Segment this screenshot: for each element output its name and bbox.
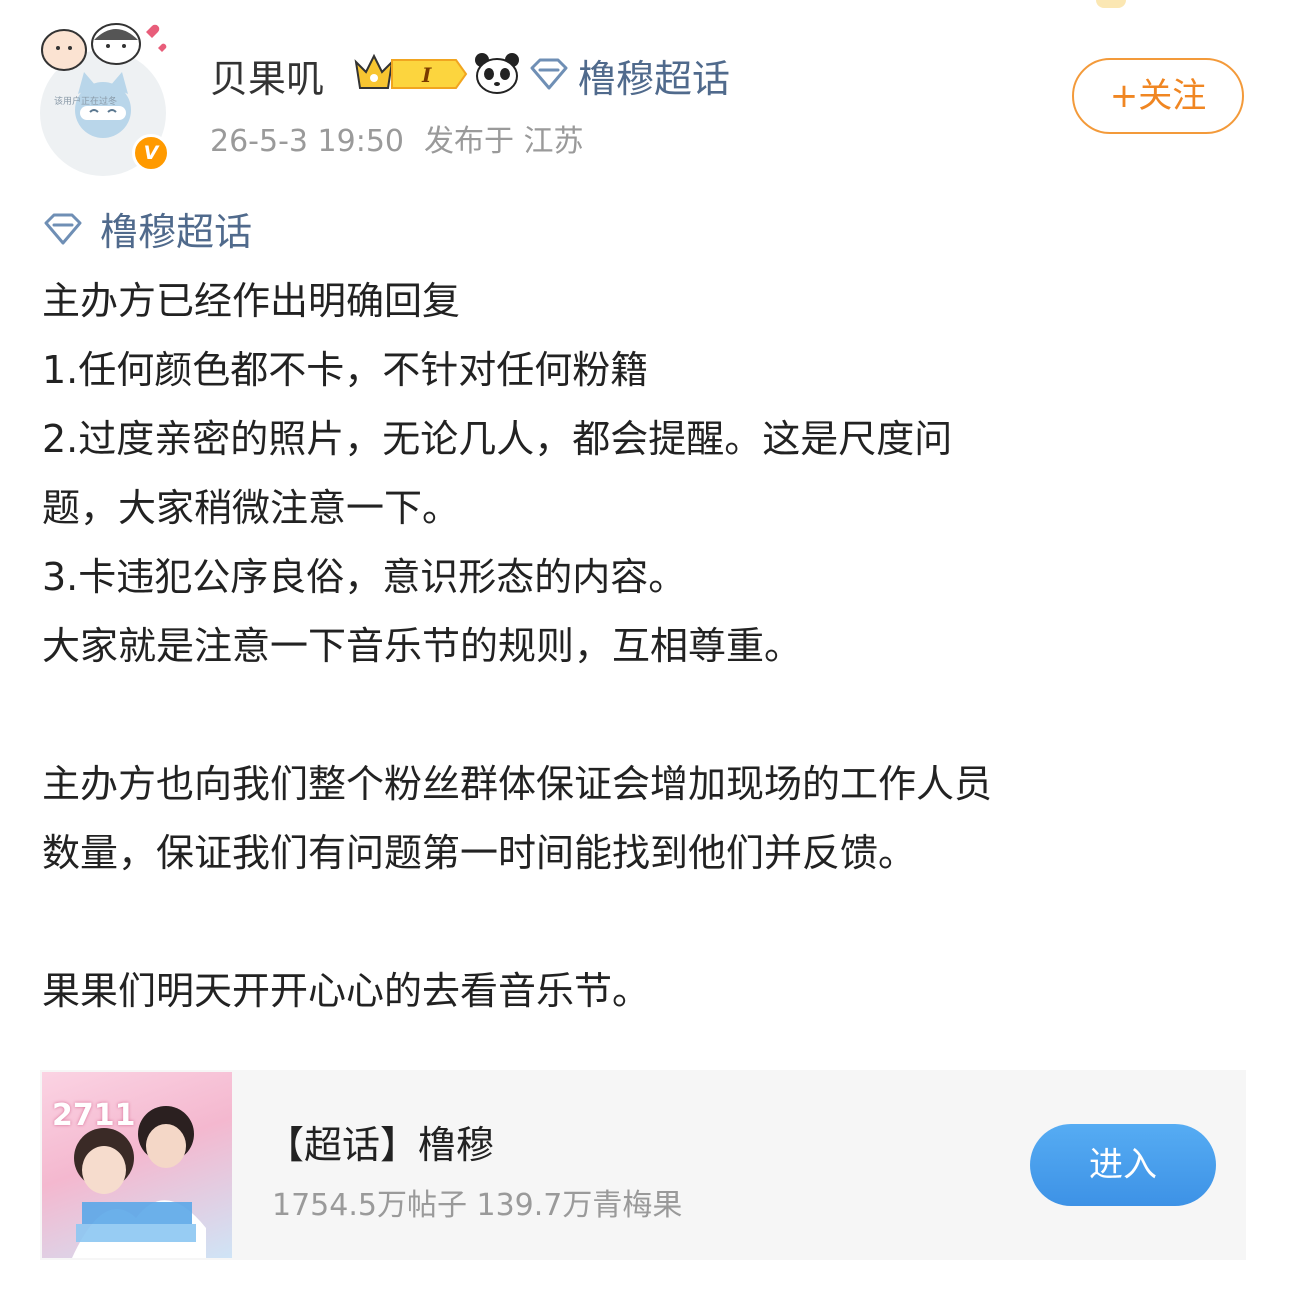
crown-level-icon: I bbox=[354, 53, 468, 89]
post-line: 大家就是注意一下音乐节的规则，互相尊重。 bbox=[42, 624, 803, 668]
verified-badge: V bbox=[132, 134, 170, 172]
topic-card-title: 【超话】橹穆 bbox=[266, 1123, 495, 1167]
panda-icon bbox=[475, 53, 519, 94]
topic-tag-label: 橹穆超话 bbox=[100, 210, 253, 254]
post-line: 主办方已经作出明确回复 bbox=[42, 279, 461, 323]
topic-tag-link[interactable]: 橹穆超话 bbox=[42, 198, 1252, 267]
post-line: 1.任何颜色都不卡，不针对任何粉籍 bbox=[42, 348, 649, 392]
follow-button[interactable]: +关注 bbox=[1072, 58, 1244, 134]
post-line: 3.卡违犯公序良俗，意识形态的内容。 bbox=[42, 555, 687, 599]
post-line: 题，大家稍微注意一下。 bbox=[42, 486, 461, 530]
top-corner-decoration bbox=[1096, 0, 1126, 8]
post-line: 数量，保证我们有问题第一时间能找到他们并反馈。 bbox=[42, 831, 917, 875]
username[interactable]: 贝果叽 bbox=[210, 48, 324, 103]
post-meta: 26-5-3 19:50 发布于 江苏 bbox=[210, 116, 584, 160]
super-topic-card[interactable]: 2711 【超话】橹穆 1754.5万帖子 139.7万青梅果 进入 bbox=[40, 1070, 1246, 1260]
topic-link-header[interactable]: 橹穆超话 bbox=[578, 48, 730, 103]
post-timestamp: 26-5-3 19:50 bbox=[210, 124, 404, 159]
topic-card-stats: 1754.5万帖子 139.7万青梅果 bbox=[272, 1188, 683, 1223]
diamond-topic-icon bbox=[44, 213, 82, 245]
enter-button[interactable]: 进入 bbox=[1030, 1124, 1216, 1206]
avatar-caption: 该用户正在过冬 bbox=[54, 97, 118, 107]
topic-cover-image: 2711 bbox=[42, 1072, 232, 1258]
avatar-frame-decoration-icon bbox=[41, 23, 167, 71]
diamond-topic-icon bbox=[530, 58, 568, 90]
avatar[interactable]: 该用户正在过冬 V bbox=[28, 14, 178, 176]
post-content: 橹穆超话 主办方已经作出明确回复 1.任何颜色都不卡，不针对任何粉籍 2.过度亲… bbox=[42, 198, 1252, 1026]
post-location: 发布于 江苏 bbox=[424, 124, 584, 159]
post-line: 2.过度亲密的照片，无论几人，都会提醒。这是尺度问 bbox=[42, 417, 953, 461]
post-line: 主办方也向我们整个粉丝群体保证会增加现场的工作人员 bbox=[42, 762, 993, 806]
cover-number: 2711 bbox=[52, 1098, 136, 1133]
level-badge-text: I bbox=[421, 63, 432, 87]
post-line: 果果们明天开开心心的去看音乐节。 bbox=[42, 969, 651, 1013]
